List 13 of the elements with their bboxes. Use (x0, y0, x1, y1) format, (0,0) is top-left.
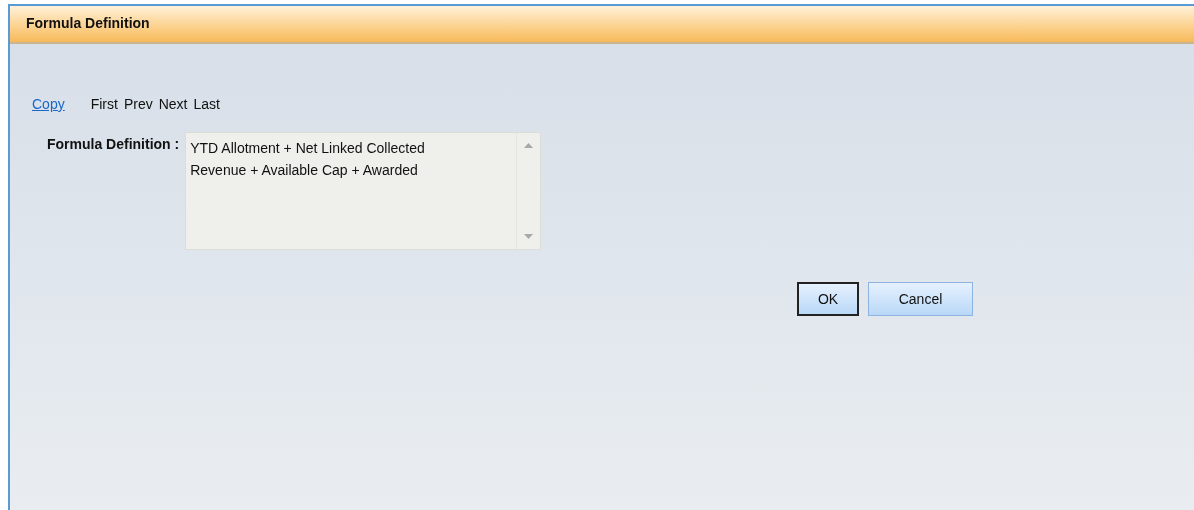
nav-text: Last (193, 95, 220, 114)
field-value: YTD Allotment + Net Linked Collected Revenue + Available Cap + Awarded (190, 139, 426, 181)
copy-link[interactable]: Copy (32, 94, 65, 115)
formula-field[interactable]: YTD Allotment + Net Linked Collected Revenue + Available Cap + Awarded (185, 132, 542, 250)
field-label: Formula Definition : (47, 135, 180, 154)
nav-text: Next (158, 95, 188, 114)
cancel-button[interactable]: Cancel (868, 282, 973, 316)
scroll-up-icon[interactable] (524, 143, 534, 148)
ok-button[interactable]: OK (797, 282, 859, 316)
window-title: Formula Definition (26, 14, 150, 33)
scroll-down-icon[interactable] (524, 234, 534, 239)
nav-text: Prev (123, 95, 153, 114)
nav-text: First (90, 95, 118, 114)
